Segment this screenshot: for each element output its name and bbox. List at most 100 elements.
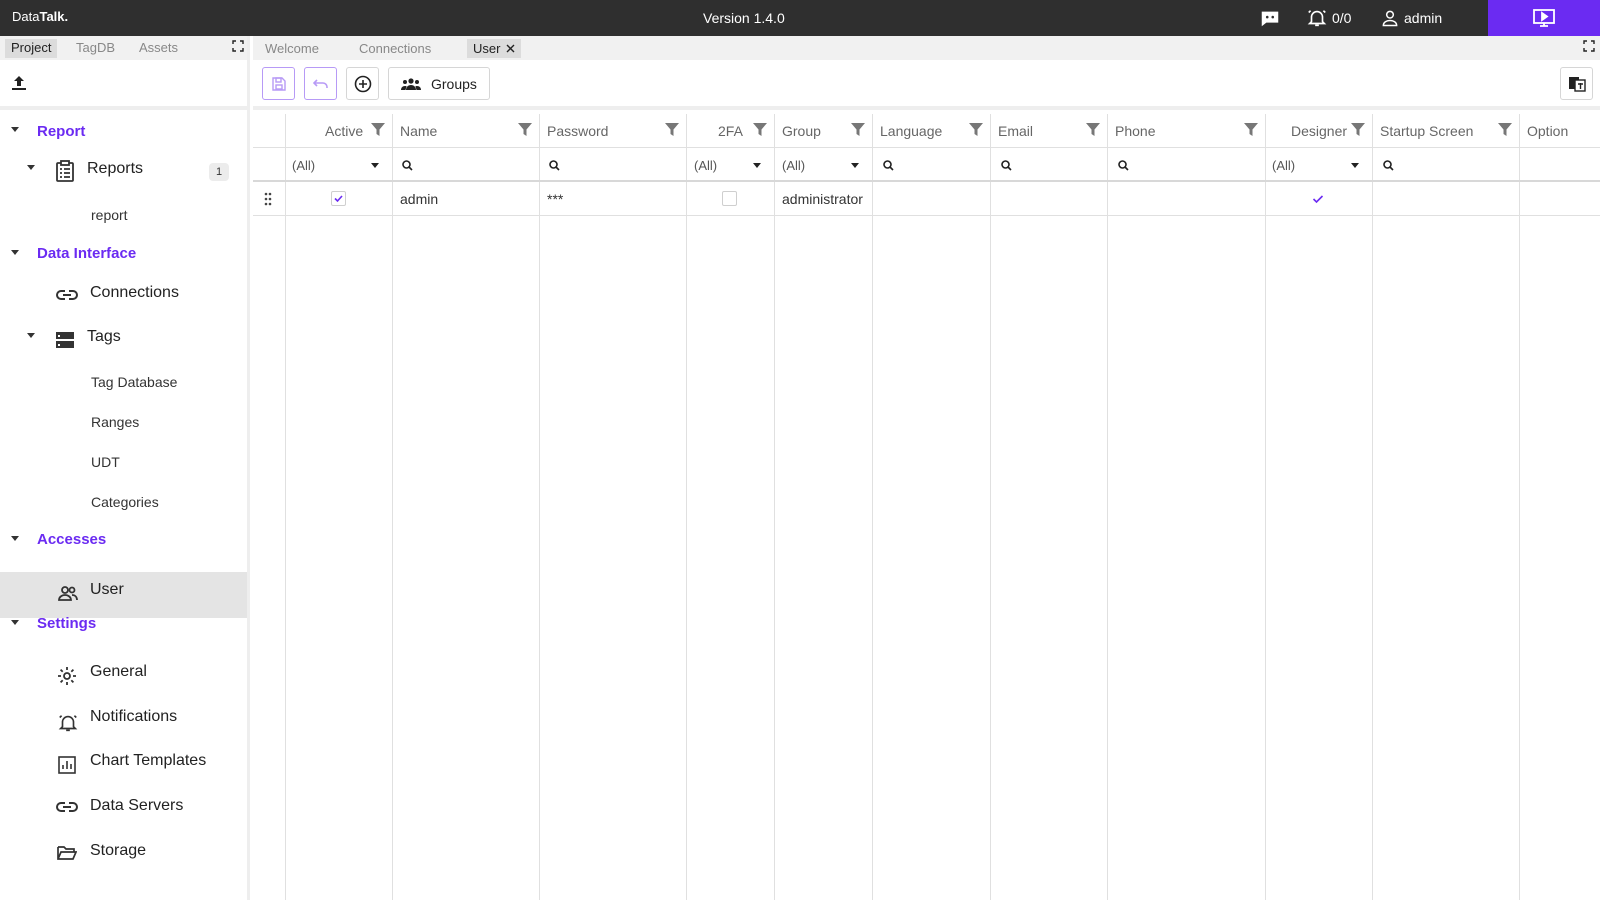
- tree-item-user[interactable]: User: [90, 581, 124, 599]
- filter-icon[interactable]: [1351, 123, 1365, 137]
- chevron-down-icon[interactable]: [11, 250, 19, 255]
- user-menu[interactable]: admin: [1380, 0, 1442, 36]
- section-report[interactable]: Report: [37, 123, 85, 140]
- tree-item-connections[interactable]: Connections: [90, 284, 179, 302]
- tree-item-tag-database[interactable]: Tag Database: [91, 374, 177, 390]
- filter-icon[interactable]: [665, 123, 679, 137]
- chevron-down-icon[interactable]: [27, 165, 35, 170]
- tab-user[interactable]: User: [467, 39, 522, 58]
- filter-icon[interactable]: [753, 123, 767, 137]
- present-button[interactable]: [1488, 0, 1600, 36]
- filter-icon[interactable]: [1498, 123, 1512, 137]
- section-accesses[interactable]: Accesses: [37, 531, 106, 548]
- search-icon[interactable]: [1001, 160, 1012, 171]
- filter-icon[interactable]: [1086, 123, 1100, 137]
- table-row[interactable]: admin *** administrator: [253, 182, 1600, 216]
- column-header-email[interactable]: Email: [998, 114, 1033, 148]
- chevron-down-icon[interactable]: [11, 620, 19, 625]
- filter-icon[interactable]: [1244, 123, 1258, 137]
- active-checkbox[interactable]: [331, 191, 346, 206]
- column-divider[interactable]: [1372, 114, 1373, 900]
- search-icon[interactable]: [1118, 160, 1129, 171]
- cell-name[interactable]: admin: [400, 182, 438, 216]
- column-header-designer[interactable]: Designer: [1291, 114, 1347, 148]
- search-icon[interactable]: [402, 160, 413, 171]
- tree-item-categories[interactable]: Categories: [91, 494, 159, 510]
- tab-connections[interactable]: Connections: [353, 39, 437, 58]
- folder-open-icon: [57, 846, 77, 860]
- dropdown-caret-icon[interactable]: [371, 163, 379, 168]
- column-header-name[interactable]: Name: [400, 114, 437, 148]
- filter-icon[interactable]: [371, 123, 385, 137]
- translate-button[interactable]: [1560, 67, 1593, 100]
- present-icon: [1533, 9, 1555, 27]
- search-icon[interactable]: [1383, 160, 1394, 171]
- chevron-down-icon[interactable]: [11, 536, 19, 541]
- filter-icon[interactable]: [969, 123, 983, 137]
- add-circle-icon: [354, 75, 371, 92]
- column-header-options[interactable]: Option: [1527, 114, 1568, 148]
- filter-group-value: (All): [782, 157, 806, 173]
- column-divider[interactable]: [392, 114, 393, 900]
- add-button[interactable]: [346, 67, 379, 100]
- column-divider[interactable]: [1107, 114, 1108, 900]
- chevron-down-icon[interactable]: [27, 333, 35, 338]
- search-icon[interactable]: [883, 160, 894, 171]
- alarms-button[interactable]: 0/0: [1306, 0, 1351, 36]
- chevron-down-icon[interactable]: [11, 127, 19, 132]
- column-divider[interactable]: [539, 114, 540, 900]
- cell-group[interactable]: administrator: [782, 182, 863, 216]
- filter-icon[interactable]: [518, 123, 532, 137]
- tab-project[interactable]: Project: [5, 39, 58, 58]
- column-header-startup-screen[interactable]: Startup Screen: [1380, 114, 1473, 148]
- tab-tagdb[interactable]: TagDB: [70, 39, 121, 58]
- dropdown-caret-icon[interactable]: [1351, 163, 1359, 168]
- column-header-phone[interactable]: Phone: [1115, 114, 1155, 148]
- cell-password[interactable]: ***: [547, 182, 563, 216]
- link-icon: [56, 802, 78, 812]
- chat-button[interactable]: [1259, 0, 1281, 36]
- upload-icon[interactable]: [11, 75, 27, 91]
- tree-item-report[interactable]: report: [91, 207, 128, 223]
- column-divider[interactable]: [872, 114, 873, 900]
- column-divider[interactable]: [686, 114, 687, 900]
- tree-item-udt[interactable]: UDT: [91, 454, 120, 470]
- tree-item-storage[interactable]: Storage: [90, 842, 146, 860]
- tree-item-chart-templates[interactable]: Chart Templates: [90, 752, 206, 770]
- search-icon[interactable]: [549, 160, 560, 171]
- 2fa-checkbox[interactable]: [722, 191, 737, 206]
- save-button[interactable]: [262, 67, 295, 100]
- tree-item-general[interactable]: General: [90, 663, 147, 681]
- column-header-group[interactable]: Group: [782, 114, 821, 148]
- grid-header-row: Active Name Password 2FA Group Language …: [253, 114, 1600, 148]
- section-data-interface[interactable]: Data Interface: [37, 245, 136, 262]
- groups-button[interactable]: Groups: [388, 67, 490, 100]
- top-bar: DataTalk. Version 1.4.0 0/0 admin: [0, 0, 1600, 36]
- dropdown-caret-icon[interactable]: [851, 163, 859, 168]
- expand-icon[interactable]: [232, 40, 244, 52]
- column-header-active[interactable]: Active: [325, 114, 363, 148]
- section-settings[interactable]: Settings: [37, 615, 96, 632]
- column-divider[interactable]: [990, 114, 991, 900]
- column-header-language[interactable]: Language: [880, 114, 942, 148]
- expand-icon[interactable]: [1583, 40, 1595, 52]
- column-divider[interactable]: [285, 114, 286, 900]
- drag-handle-icon[interactable]: [264, 192, 272, 206]
- close-icon[interactable]: [506, 44, 515, 53]
- dropdown-caret-icon[interactable]: [753, 163, 761, 168]
- tab-welcome[interactable]: Welcome: [259, 39, 325, 58]
- column-header-2fa[interactable]: 2FA: [718, 114, 743, 148]
- column-header-password[interactable]: Password: [547, 114, 608, 148]
- tree-item-tags[interactable]: Tags: [87, 328, 121, 346]
- tree-item-data-servers[interactable]: Data Servers: [90, 797, 183, 815]
- tree-item-reports[interactable]: Reports: [87, 160, 143, 178]
- column-divider[interactable]: [1265, 114, 1266, 900]
- filter-icon[interactable]: [851, 123, 865, 137]
- tab-assets[interactable]: Assets: [133, 39, 184, 58]
- designer-check-icon[interactable]: [1311, 192, 1325, 206]
- column-divider[interactable]: [1519, 114, 1520, 900]
- tree-item-notifications[interactable]: Notifications: [90, 708, 177, 726]
- tree-item-ranges[interactable]: Ranges: [91, 414, 139, 430]
- undo-button[interactable]: [304, 67, 337, 100]
- column-divider[interactable]: [774, 114, 775, 900]
